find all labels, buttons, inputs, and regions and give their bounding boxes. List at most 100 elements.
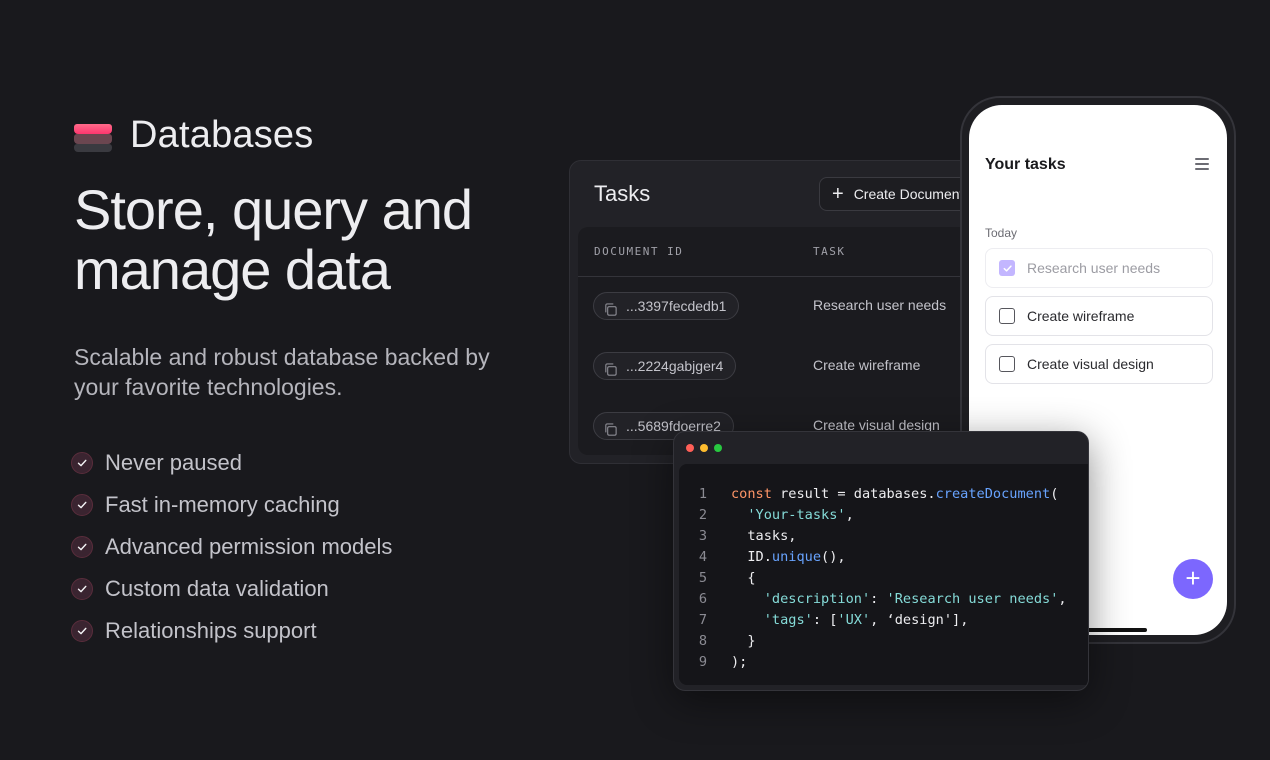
brand-header: Databases [74, 112, 554, 158]
line-number: 6 [698, 591, 707, 607]
task-cell: Research user needs [813, 297, 947, 313]
line-number: 5 [698, 570, 707, 586]
task-cell: Create wireframe [813, 357, 921, 373]
document-id: ...2224gabjger4 [626, 358, 724, 374]
feature-list: Never paused Fast in-memory caching Advanc… [71, 442, 554, 652]
copy-icon[interactable] [603, 359, 618, 376]
code-token: (), [821, 549, 846, 565]
code-token: { [731, 570, 756, 586]
line-number: 2 [698, 507, 707, 523]
product-name: Databases [130, 113, 314, 156]
code-token: 'tags' [763, 612, 813, 628]
line-number: 1 [698, 486, 707, 502]
check-circle-icon [71, 578, 93, 600]
task-checkbox[interactable] [999, 356, 1015, 372]
document-id-chip[interactable]: ...3397fecdedb1 [593, 292, 740, 320]
check-circle-icon [71, 452, 93, 474]
code-token: 'Research user needs' [886, 591, 1059, 607]
hero-section: Databases Store, query and manage data S… [71, 112, 554, 652]
headline-line-1: Store, query and [74, 178, 473, 241]
line-number: 7 [698, 612, 707, 628]
plus-icon: + [832, 182, 844, 205]
menu-icon[interactable] [1195, 158, 1209, 170]
code-line: 1 const result = databases.createDocument… [679, 484, 1067, 505]
code-line: 4 ID.unique(), [679, 547, 1067, 568]
column-header-document-id: DOCUMENT ID [594, 245, 684, 258]
feature-item: Never paused [71, 442, 554, 484]
feature-item: Relationships support [71, 610, 554, 652]
database-stack-icon [74, 118, 112, 152]
code-token: , [1058, 591, 1067, 607]
section-label-today: Today [985, 226, 1018, 240]
code-token: , ‘design'], [870, 612, 969, 628]
document-id: ...3397fecdedb1 [626, 298, 727, 314]
task-label: Research user needs [1027, 260, 1161, 276]
code-token: , [845, 507, 854, 523]
check-circle-icon [71, 536, 93, 558]
code-token: ( [1050, 486, 1059, 502]
code-line: 2 'Your-tasks', [679, 505, 1067, 526]
minimize-dot-icon [700, 444, 708, 452]
phone-task-item[interactable]: Research user needs [985, 248, 1213, 288]
code-line: 9); [679, 652, 1067, 673]
feature-label: Fast in-memory caching [105, 492, 340, 517]
phone-task-item[interactable]: Create wireframe [985, 296, 1213, 336]
feature-label: Advanced permission models [105, 534, 393, 559]
feature-item: Custom data validation [71, 568, 554, 610]
check-circle-icon [71, 494, 93, 516]
phone-title: Your tasks [985, 156, 1066, 173]
code-token: 'UX' [837, 612, 871, 628]
window-controls [686, 444, 728, 452]
code-line: 7 'tags': ['UX', ‘design'], [679, 610, 1067, 631]
phone-task-item[interactable]: Create visual design [985, 344, 1213, 384]
code-editor: 1 const result = databases.createDocument… [679, 464, 1088, 685]
code-token: } [731, 633, 756, 649]
feature-item: Advanced permission models [71, 526, 554, 568]
code-token: : [870, 591, 887, 607]
line-number: 8 [698, 633, 707, 649]
add-task-button[interactable]: + [1173, 559, 1213, 599]
document-id-chip[interactable]: ...2224gabjger4 [593, 352, 737, 380]
create-document-label: Create Document [853, 186, 964, 202]
code-line: 6 'description': 'Research user needs', [679, 589, 1067, 610]
code-token: ID. [731, 549, 772, 565]
headline-line-2: manage data [74, 238, 391, 301]
code-token: 'Your-tasks' [747, 507, 846, 523]
code-line: 5 { [679, 568, 1067, 589]
close-dot-icon [686, 444, 694, 452]
task-checkbox[interactable] [999, 260, 1015, 276]
table-title: Tasks [594, 181, 651, 206]
line-number: 9 [698, 654, 707, 670]
page-headline: Store, query and manage data [74, 180, 554, 300]
code-token: ); [731, 654, 748, 670]
code-token: 'description' [763, 591, 871, 607]
task-checkbox[interactable] [999, 308, 1015, 324]
task-label: Create visual design [1027, 356, 1154, 372]
code-block: 1 const result = databases.createDocument… [679, 484, 1067, 673]
code-token: const [731, 486, 772, 502]
code-token: unique [771, 549, 822, 565]
code-token: createDocument [935, 486, 1051, 502]
code-line: 8 } [679, 631, 1067, 652]
copy-icon[interactable] [603, 299, 618, 316]
maximize-dot-icon [714, 444, 722, 452]
feature-label: Never paused [105, 450, 242, 475]
task-label: Create wireframe [1027, 308, 1135, 324]
copy-icon[interactable] [603, 419, 618, 436]
code-token: : [ [812, 612, 838, 628]
code-window: 1 const result = databases.createDocument… [673, 431, 1089, 691]
code-line: 3 tasks, [679, 526, 1067, 547]
line-number: 4 [698, 549, 707, 565]
feature-item: Fast in-memory caching [71, 484, 554, 526]
column-header-task: TASK [813, 245, 846, 258]
feature-label: Custom data validation [105, 576, 329, 601]
check-circle-icon [71, 620, 93, 642]
code-token: tasks, [731, 528, 797, 544]
create-document-button[interactable]: + Create Document [819, 177, 979, 211]
feature-label: Relationships support [105, 618, 317, 643]
line-number: 3 [698, 528, 707, 544]
code-token: result = databases. [771, 486, 936, 502]
